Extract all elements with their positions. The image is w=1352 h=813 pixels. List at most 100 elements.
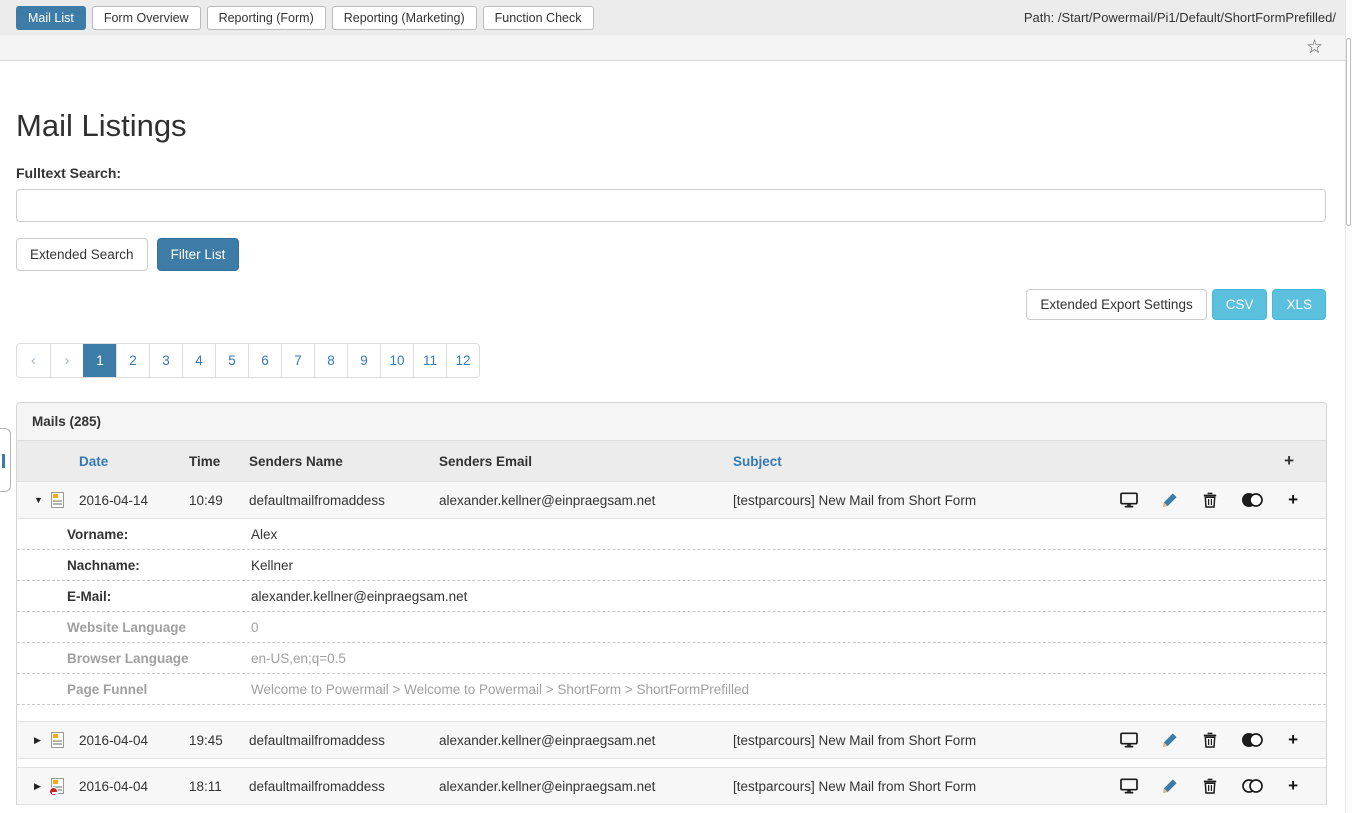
- preview-icon[interactable]: [1120, 732, 1138, 748]
- pagination-next[interactable]: ›: [50, 344, 83, 377]
- xls-export-button[interactable]: XLS: [1272, 289, 1326, 320]
- cell-date: 2016-04-14: [79, 493, 189, 508]
- fulltext-search-input[interactable]: [16, 189, 1326, 222]
- pagination-page-12[interactable]: 12: [446, 344, 479, 377]
- cell-senders-name: defaultmailfromaddess: [249, 779, 439, 794]
- detail-label: E-Mail:: [67, 589, 251, 604]
- cell-time: 19:45: [189, 733, 249, 748]
- detail-value: alexander.kellner@einpraegsam.net: [251, 589, 467, 604]
- cell-time: 18:11: [189, 779, 249, 794]
- preview-icon[interactable]: [1120, 778, 1138, 794]
- docheader: Mail List Form Overview Reporting (Form)…: [0, 0, 1352, 61]
- detail-label: Page Funnel: [67, 682, 251, 697]
- pagination-page-1[interactable]: 1: [83, 344, 116, 377]
- pagination-page-11[interactable]: 11: [413, 344, 446, 377]
- pagination: ‹ › 1 2 3 4 5 6 7 8 9 10 11 12: [16, 343, 480, 378]
- hide-toggle-on-icon[interactable]: [1241, 492, 1264, 508]
- detail-value: Welcome to Powermail > Welcome to Powerm…: [251, 682, 749, 697]
- tab-mail-list[interactable]: Mail List: [16, 6, 86, 30]
- pagination-page-9[interactable]: 9: [347, 344, 380, 377]
- mail-record-icon[interactable]: [51, 492, 64, 508]
- pagetree-handle-mark-icon: [2, 454, 5, 468]
- detail-value: 0: [251, 620, 259, 635]
- detail-row: Nachname: Kellner: [17, 550, 1326, 581]
- column-header-senders-name: Senders Name: [249, 454, 439, 469]
- pagination-page-4[interactable]: 4: [182, 344, 215, 377]
- cell-time: 10:49: [189, 493, 249, 508]
- hide-toggle-on-icon[interactable]: [1241, 732, 1264, 748]
- pagination-prev[interactable]: ‹: [17, 344, 50, 377]
- cell-senders-email: alexander.kellner@einpraegsam.net: [439, 779, 733, 794]
- filter-list-button[interactable]: Filter List: [157, 238, 240, 271]
- column-header-subject[interactable]: Subject: [733, 454, 1096, 469]
- detail-row: Vorname: Alex: [17, 519, 1326, 550]
- detail-label: Vorname:: [67, 527, 251, 542]
- bookmark-star-icon[interactable]: ☆: [1306, 38, 1323, 57]
- cell-date: 2016-04-04: [79, 779, 189, 794]
- table-row: ▶ 2016-04-04 19:45 defaultmailfromaddess…: [17, 721, 1326, 759]
- pagination-page-8[interactable]: 8: [314, 344, 347, 377]
- edit-pencil-icon[interactable]: [1162, 492, 1178, 508]
- cell-subject: [testparcours] New Mail from Short Form: [733, 493, 1096, 508]
- csv-export-button[interactable]: CSV: [1212, 289, 1268, 320]
- pagination-page-10[interactable]: 10: [380, 344, 413, 377]
- docheader-meta-bar: ☆: [0, 35, 1352, 61]
- collapse-caret-icon[interactable]: ▼: [34, 495, 44, 505]
- expand-caret-icon[interactable]: ▶: [34, 781, 44, 792]
- delete-trash-icon[interactable]: [1203, 778, 1217, 794]
- module-body: Mail Listings Fulltext Search: Extended …: [0, 108, 1352, 805]
- pagination-page-5[interactable]: 5: [215, 344, 248, 377]
- mail-record-icon[interactable]: [51, 732, 64, 748]
- preview-icon[interactable]: [1120, 492, 1138, 508]
- page-path: Path: /Start/Powermail/Pi1/Default/Short…: [1024, 10, 1336, 25]
- detail-label: Nachname:: [67, 558, 251, 573]
- column-header-date[interactable]: Date: [79, 454, 189, 469]
- tab-form-overview[interactable]: Form Overview: [92, 6, 201, 30]
- cell-subject: [testparcours] New Mail from Short Form: [733, 779, 1096, 794]
- fulltext-search-label: Fulltext Search:: [16, 165, 1326, 181]
- edit-pencil-icon[interactable]: [1162, 732, 1178, 748]
- extended-export-settings-button[interactable]: Extended Export Settings: [1026, 289, 1206, 320]
- search-buttons: Extended Search Filter List: [16, 238, 1326, 271]
- more-actions-plus-icon[interactable]: +: [1288, 730, 1298, 750]
- tab-reporting-marketing[interactable]: Reporting (Marketing): [332, 6, 477, 30]
- more-actions-plus-icon[interactable]: +: [1288, 776, 1298, 796]
- export-buttons: Extended Export Settings CSV XLS: [16, 289, 1326, 320]
- detail-row: Website Language 0: [17, 612, 1326, 643]
- tab-function-check[interactable]: Function Check: [483, 6, 594, 30]
- table-row: ▶ 2016-04-04 18:11 defaultmailfromaddess…: [17, 767, 1326, 805]
- mails-panel-title: Mails (285): [17, 403, 1326, 441]
- add-column-button[interactable]: +: [1096, 451, 1326, 471]
- tab-reporting-form[interactable]: Reporting (Form): [207, 6, 326, 30]
- pagination-page-3[interactable]: 3: [149, 344, 182, 377]
- scrollbar-thumb[interactable]: [1346, 38, 1351, 226]
- detail-label: Website Language: [67, 620, 251, 635]
- column-header-senders-email: Senders Email: [439, 454, 733, 469]
- pagination-page-6[interactable]: 6: [248, 344, 281, 377]
- docheader-tab-bar: Mail List Form Overview Reporting (Form)…: [0, 0, 1352, 35]
- detail-row: Page Funnel Welcome to Powermail > Welco…: [17, 674, 1326, 705]
- table-header-row: Date Time Senders Name Senders Email Sub…: [17, 441, 1326, 481]
- detail-value: Alex: [251, 527, 277, 542]
- more-actions-plus-icon[interactable]: +: [1288, 490, 1298, 510]
- mails-panel: Mails (285) Date Time Senders Name Sende…: [16, 402, 1327, 805]
- scrollbar-track[interactable]: [1345, 0, 1352, 813]
- delete-trash-icon[interactable]: [1203, 492, 1217, 508]
- extended-search-button[interactable]: Extended Search: [16, 238, 148, 271]
- cell-senders-email: alexander.kellner@einpraegsam.net: [439, 493, 733, 508]
- pagetree-toggle-handle[interactable]: [0, 428, 11, 492]
- cell-date: 2016-04-04: [79, 733, 189, 748]
- detail-label: Browser Language: [67, 651, 251, 666]
- hide-toggle-off-icon[interactable]: [1241, 778, 1264, 794]
- detail-row: E-Mail: alexander.kellner@einpraegsam.ne…: [17, 581, 1326, 612]
- pagination-page-2[interactable]: 2: [116, 344, 149, 377]
- expand-caret-icon[interactable]: ▶: [34, 735, 44, 746]
- edit-pencil-icon[interactable]: [1162, 778, 1178, 794]
- delete-trash-icon[interactable]: [1203, 732, 1217, 748]
- page-title: Mail Listings: [16, 108, 1326, 144]
- mail-record-hidden-icon[interactable]: [51, 778, 64, 794]
- detail-value: en-US,en;q=0.5: [251, 651, 346, 666]
- pagination-page-7[interactable]: 7: [281, 344, 314, 377]
- cell-senders-name: defaultmailfromaddess: [249, 733, 439, 748]
- detail-row: Browser Language en-US,en;q=0.5: [17, 643, 1326, 674]
